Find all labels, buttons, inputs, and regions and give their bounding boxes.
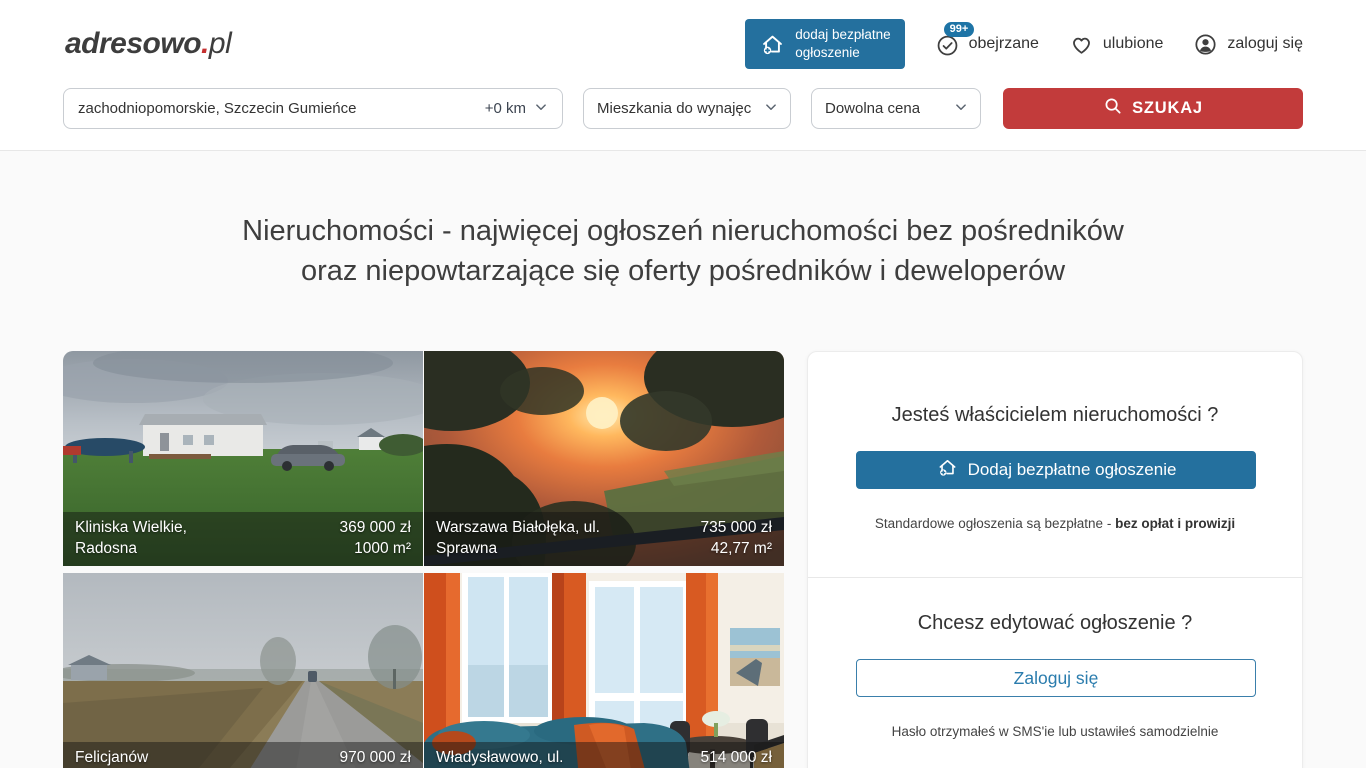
chevron-down-icon — [952, 98, 970, 120]
chevron-down-icon — [532, 98, 550, 120]
listing-photo-apartment-interior — [424, 573, 784, 768]
magnifier-icon — [1103, 96, 1123, 121]
price-select[interactable]: Dowolna cena — [811, 88, 981, 129]
panel-add-listing-button[interactable]: Dodaj bezpłatne ogłoszenie — [856, 451, 1256, 489]
listing-card[interactable]: Felicjanów 970 000 zł — [63, 573, 423, 768]
listing-area: 1000 m² — [339, 539, 411, 559]
listing-location: Warszawa Białołęka, ul. Sprawna — [436, 518, 611, 559]
listing-card[interactable]: Warszawa Białołęka, ul. Sprawna 735 000 … — [424, 351, 784, 566]
login-link[interactable]: zaloguj się — [1193, 32, 1303, 57]
panel-login-label: Zaloguj się — [1014, 668, 1099, 689]
person-circle-icon — [1193, 32, 1218, 57]
owner-panel: Jesteś właścicielem nieruchomości ? — [807, 351, 1303, 768]
listing-caption: Felicjanów 970 000 zł — [63, 742, 423, 768]
logo-tld: pl — [209, 27, 231, 60]
listing-card[interactable]: Władysławowo, ul. 514 000 zł — [424, 573, 784, 768]
logo-text: adresowo — [65, 27, 201, 60]
owner-panel-add-section: Jesteś właścicielem nieruchomości ? — [808, 352, 1302, 577]
listing-price-area: 514 000 zł — [700, 748, 772, 768]
listing-price: 369 000 zł — [339, 518, 411, 538]
category-value: Mieszkania do wynajęc — [597, 100, 751, 117]
search-button[interactable]: SZUKAJ — [1003, 88, 1303, 129]
listing-photo-rural-road — [63, 573, 423, 768]
owner-panel-edit-section: Chcesz edytować ogłoszenie ? Zaloguj się… — [808, 577, 1302, 768]
listing-price: 514 000 zł — [700, 748, 772, 768]
house-plus-icon — [936, 456, 959, 484]
listing-location: Władysławowo, ul. — [436, 748, 564, 768]
top-section: adresowo.pl dodaj bezpłatne — [0, 0, 1366, 151]
viewed-label: obejrzane — [969, 35, 1039, 53]
search-button-label: SZUKAJ — [1132, 99, 1203, 118]
panel-login-button[interactable]: Zaloguj się — [856, 659, 1256, 697]
main-content: Nieruchomości - najwięcej ogłoszeń nieru… — [0, 151, 1366, 768]
listing-price-area: 970 000 zł — [339, 748, 411, 768]
listing-price: 735 000 zł — [700, 518, 772, 538]
listing-caption: Władysławowo, ul. 514 000 zł — [424, 742, 784, 768]
logo-dot: . — [201, 27, 209, 60]
owner-panel-heading: Jesteś właścicielem nieruchomości ? — [856, 404, 1254, 427]
edit-listing-heading: Chcesz edytować ogłoszenie ? — [856, 612, 1254, 635]
listing-price: 970 000 zł — [339, 748, 411, 768]
search-bar: zachodniopomorskie, Szczecin Gumieńce +0… — [63, 88, 1303, 129]
page-title-line1: Nieruchomości - najwięcej ogłoszeń nieru… — [0, 211, 1366, 251]
content-row: Kliniska Wielkie, Radosna 369 000 zł 100… — [0, 351, 1366, 768]
favorites-label: ulubione — [1103, 35, 1164, 53]
price-value: Dowolna cena — [825, 100, 920, 117]
house-plus-icon — [759, 31, 786, 58]
listings-grid: Kliniska Wielkie, Radosna 369 000 zł 100… — [63, 351, 783, 768]
header-nav: dodaj bezpłatne ogłoszenie 99+ obejrzane — [745, 19, 1303, 68]
password-note: Hasło otrzymałeś w SMS'ie lub ustawiłeś … — [856, 724, 1254, 739]
radius-value: +0 km — [485, 100, 526, 117]
location-input[interactable]: zachodniopomorskie, Szczecin Gumieńce +0… — [63, 88, 563, 129]
viewed-count-badge: 99+ — [944, 22, 975, 37]
radius-selector[interactable]: +0 km — [485, 98, 550, 120]
listing-price-area: 369 000 zł 1000 m² — [339, 518, 411, 559]
free-listing-note: Standardowe ogłoszenia są bezpłatne - be… — [856, 516, 1254, 531]
add-listing-button[interactable]: dodaj bezpłatne ogłoszenie — [745, 19, 904, 68]
add-listing-label: dodaj bezpłatne ogłoszenie — [795, 26, 890, 61]
check-circle-icon: 99+ — [935, 32, 960, 57]
panel-add-listing-label: Dodaj bezpłatne ogłoszenie — [968, 460, 1177, 480]
listing-caption: Warszawa Białołęka, ul. Sprawna 735 000 … — [424, 512, 784, 566]
site-header: adresowo.pl dodaj bezpłatne — [0, 0, 1366, 88]
page-title-line2: oraz niepowtarzające się oferty pośredni… — [0, 251, 1366, 291]
favorites-link[interactable]: ulubione — [1069, 32, 1164, 57]
category-select[interactable]: Mieszkania do wynajęc — [583, 88, 791, 129]
listing-caption: Kliniska Wielkie, Radosna 369 000 zł 100… — [63, 512, 423, 566]
page-title: Nieruchomości - najwięcej ogłoszeń nieru… — [0, 211, 1366, 291]
listing-location: Felicjanów — [75, 748, 148, 768]
chevron-down-icon — [762, 98, 780, 120]
logo[interactable]: adresowo.pl — [65, 27, 231, 61]
listing-area: 42,77 m² — [700, 539, 772, 559]
heart-icon — [1069, 32, 1094, 57]
listing-location: Kliniska Wielkie, Radosna — [75, 518, 250, 559]
viewed-link[interactable]: 99+ obejrzane — [935, 32, 1039, 57]
adresowo-homepage: adresowo.pl dodaj bezpłatne — [0, 0, 1366, 768]
listing-card[interactable]: Kliniska Wielkie, Radosna 369 000 zł 100… — [63, 351, 423, 566]
listing-price-area: 735 000 zł 42,77 m² — [700, 518, 772, 559]
login-label: zaloguj się — [1227, 35, 1303, 53]
location-value: zachodniopomorskie, Szczecin Gumieńce — [78, 100, 356, 117]
